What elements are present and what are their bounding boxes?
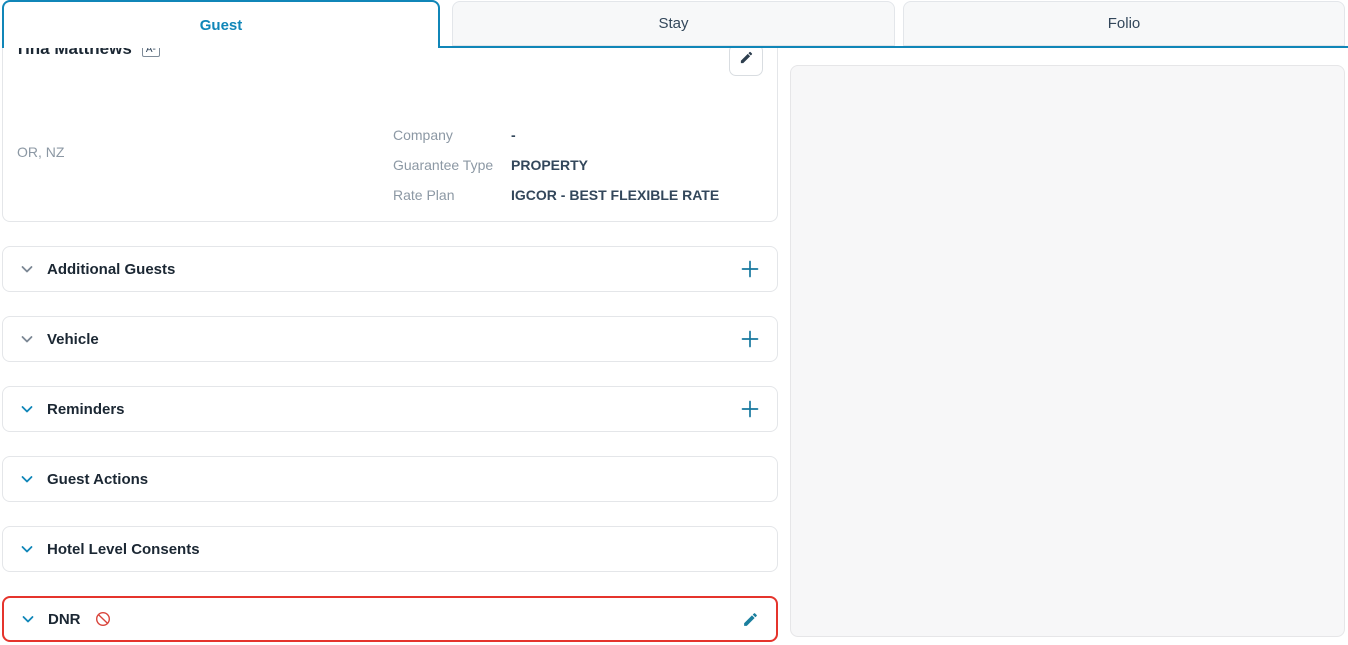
active-tab-underline [440, 46, 1348, 48]
guest-details-column: Tina Matthews A- OR, NZ Company - Guaran… [2, 48, 778, 642]
guest-location: OR, NZ [17, 144, 64, 160]
field-row-guarantee-type: Guarantee Type PROPERTY [393, 150, 719, 180]
section-title: Hotel Level Consents [47, 541, 200, 558]
add-reminder-button[interactable] [739, 398, 761, 420]
chevron-down-icon[interactable] [20, 611, 36, 627]
section-title: Vehicle [47, 331, 99, 348]
guarantee-type-label: Guarantee Type [393, 157, 511, 173]
section-title: Guest Actions [47, 471, 148, 488]
tab-guest[interactable]: Guest [2, 0, 440, 48]
guest-name-row: Tina Matthews A- [15, 48, 160, 59]
section-title: Reminders [47, 401, 125, 418]
guest-profile-page: Guest Stay Folio Tina Matthews A- OR, [0, 0, 1348, 645]
section-additional-guests[interactable]: Additional Guests [2, 246, 778, 292]
section-dnr[interactable]: DNR [2, 596, 778, 642]
chevron-down-icon[interactable] [19, 401, 35, 417]
guarantee-type-value: PROPERTY [511, 157, 588, 173]
section-hotel-level-consents[interactable]: Hotel Level Consents [2, 526, 778, 572]
chevron-down-icon[interactable] [19, 261, 35, 277]
dnr-prohibition-icon [95, 611, 111, 627]
edit-dnr-button[interactable] [740, 609, 760, 629]
chevron-down-icon[interactable] [19, 331, 35, 347]
tab-stay[interactable]: Stay [452, 1, 895, 46]
edit-guest-button[interactable] [729, 48, 763, 76]
detail-side-panel [790, 65, 1345, 637]
guest-name: Tina Matthews [15, 48, 132, 59]
tab-folio-label: Folio [1108, 15, 1141, 32]
section-title: DNR [48, 611, 81, 628]
chevron-down-icon[interactable] [19, 471, 35, 487]
tab-stay-label: Stay [658, 15, 688, 32]
guest-fields: Company - Guarantee Type PROPERTY Rate P… [393, 120, 719, 210]
tab-folio[interactable]: Folio [903, 1, 1345, 46]
field-row-company: Company - [393, 120, 719, 150]
section-vehicle[interactable]: Vehicle [2, 316, 778, 362]
section-guest-actions[interactable]: Guest Actions [2, 456, 778, 502]
company-label: Company [393, 127, 511, 143]
tab-bar: Guest Stay Folio [0, 0, 1348, 50]
add-additional-guest-button[interactable] [739, 258, 761, 280]
field-row-rate-plan: Rate Plan IGCOR - BEST FLEXIBLE RATE [393, 180, 719, 210]
edit-pencil-icon [739, 50, 754, 70]
company-value: - [511, 127, 516, 143]
guest-summary-card: Tina Matthews A- OR, NZ Company - Guaran… [2, 48, 778, 222]
rate-plan-label: Rate Plan [393, 187, 511, 203]
section-reminders[interactable]: Reminders [2, 386, 778, 432]
rate-plan-value: IGCOR - BEST FLEXIBLE RATE [511, 187, 719, 203]
chevron-down-icon[interactable] [19, 541, 35, 557]
section-title: Additional Guests [47, 261, 175, 278]
guest-name-badge: A- [142, 48, 160, 57]
tab-guest-label: Guest [200, 17, 243, 34]
add-vehicle-button[interactable] [739, 328, 761, 350]
